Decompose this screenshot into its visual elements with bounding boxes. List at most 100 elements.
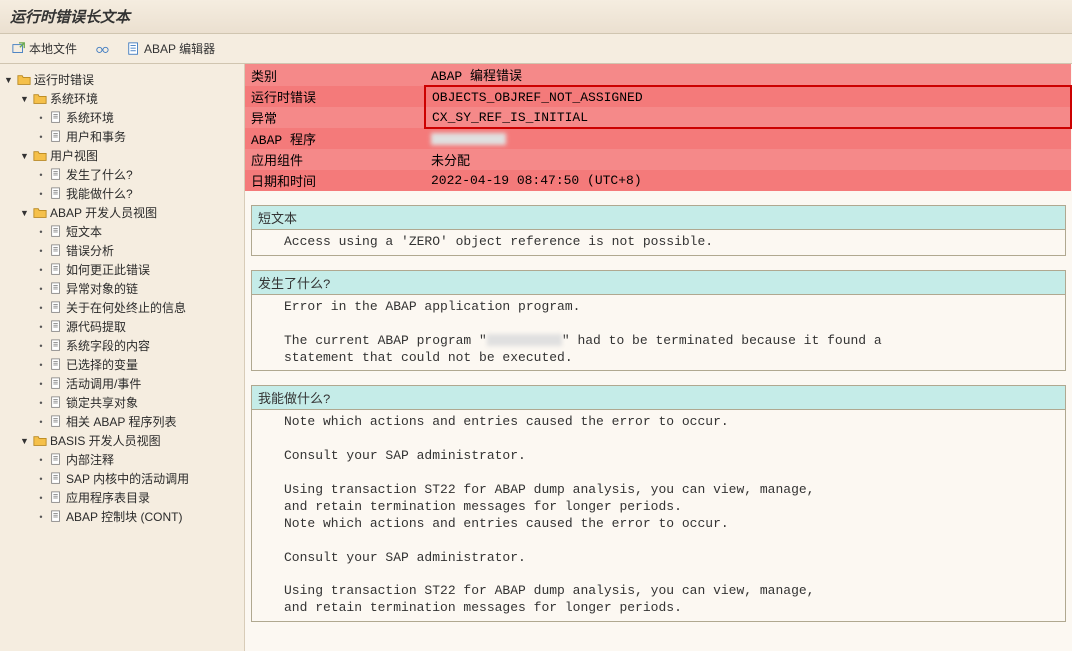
section-what-can-i-do: 我能做什么? Note which actions and entries ca… bbox=[251, 385, 1066, 622]
tree-label: ABAP 开发人员视图 bbox=[50, 204, 157, 221]
tree-root[interactable]: ▼ 运行时错误 bbox=[4, 70, 240, 89]
text: " had to be terminated because it found … bbox=[562, 333, 882, 348]
tree-label: 用户视图 bbox=[50, 147, 98, 164]
text: Consult your SAP administrator. bbox=[284, 448, 526, 463]
tree-leaf[interactable]: •短文本 bbox=[4, 222, 240, 241]
text: and retain termination messages for long… bbox=[284, 600, 682, 615]
program-value bbox=[425, 128, 1071, 149]
tree-leaf[interactable]: • ABAP 控制块 (CONT) bbox=[4, 507, 240, 526]
exception-value: CX_SY_REF_IS_INITIAL bbox=[425, 107, 1071, 128]
chevron-down-icon: ▼ bbox=[20, 151, 30, 161]
bullet-icon: • bbox=[36, 512, 46, 522]
bullet-icon: • bbox=[36, 189, 46, 199]
folder-open-icon bbox=[17, 73, 31, 87]
section-title: 发生了什么? bbox=[252, 271, 1065, 295]
tree-node-basisdev[interactable]: ▼ BASIS 开发人员视图 bbox=[4, 431, 240, 450]
tree-label: 应用程序表目录 bbox=[66, 489, 150, 506]
document-icon bbox=[49, 415, 63, 429]
tree-node-abapdev[interactable]: ▼ ABAP 开发人员视图 bbox=[4, 203, 240, 222]
bullet-icon: • bbox=[36, 417, 46, 427]
tree-leaf[interactable]: •活动调用/事件 bbox=[4, 374, 240, 393]
bullet-icon: • bbox=[36, 303, 46, 313]
tree-leaf[interactable]: •SAP 内核中的活动调用 bbox=[4, 469, 240, 488]
document-icon bbox=[49, 282, 63, 296]
folder-open-icon bbox=[33, 206, 47, 220]
tree-label: 系统环境 bbox=[66, 109, 114, 126]
document-icon bbox=[49, 510, 63, 524]
tree-label: ABAP 控制块 (CONT) bbox=[66, 508, 182, 525]
tree-label: 锁定共享对象 bbox=[66, 394, 138, 411]
bullet-icon: • bbox=[36, 379, 46, 389]
document-icon bbox=[49, 187, 63, 201]
program-label: ABAP 程序 bbox=[245, 128, 425, 149]
document-icon bbox=[49, 339, 63, 353]
glasses-icon bbox=[95, 42, 109, 56]
info-row-program: ABAP 程序 bbox=[245, 128, 1071, 149]
tree-leaf[interactable]: • 应用程序表目录 bbox=[4, 488, 240, 507]
document-icon bbox=[49, 168, 63, 182]
tree-label: 内部注释 bbox=[66, 451, 114, 468]
tree-label: 关于在何处终止的信息 bbox=[66, 299, 186, 316]
tree-label: 如何更正此错误 bbox=[66, 261, 150, 278]
tree-leaf[interactable]: • 关于在何处终止的信息 bbox=[4, 298, 240, 317]
tree-leaf[interactable]: • 我能做什么? bbox=[4, 184, 240, 203]
tree-label: 用户和事务 bbox=[66, 128, 126, 145]
document-icon bbox=[49, 130, 63, 144]
tree-leaf[interactable]: •系统环境 bbox=[4, 108, 240, 127]
info-row-runtime: 运行时错误 OBJECTS_OBJREF_NOT_ASSIGNED bbox=[245, 86, 1071, 107]
tree-leaf[interactable]: •错误分析 bbox=[4, 241, 240, 260]
tree-leaf[interactable]: •相关 ABAP 程序列表 bbox=[4, 412, 240, 431]
document-icon bbox=[49, 491, 63, 505]
document-icon bbox=[49, 358, 63, 372]
tree-leaf[interactable]: •异常对象的链 bbox=[4, 279, 240, 298]
bullet-icon: • bbox=[36, 398, 46, 408]
tree-leaf[interactable]: •已选择的变量 bbox=[4, 355, 240, 374]
text: The current ABAP program " bbox=[284, 333, 487, 348]
debug-button[interactable] bbox=[91, 40, 113, 58]
local-file-label: 本地文件 bbox=[29, 40, 77, 57]
content-pane: 类别 ABAP 编程错误 运行时错误 OBJECTS_OBJREF_NOT_AS… bbox=[245, 64, 1072, 651]
bullet-icon: • bbox=[36, 246, 46, 256]
chevron-down-icon: ▼ bbox=[20, 436, 30, 446]
text: Using transaction ST22 for ABAP dump ana… bbox=[284, 583, 815, 598]
tree-leaf[interactable]: •内部注释 bbox=[4, 450, 240, 469]
document-icon bbox=[49, 225, 63, 239]
text: statement that could not be executed. bbox=[284, 350, 573, 365]
section-body: Access using a 'ZERO' object reference i… bbox=[252, 230, 1065, 255]
tree-leaf[interactable]: • 如何更正此错误 bbox=[4, 260, 240, 279]
text: Using transaction ST22 for ABAP dump ana… bbox=[284, 482, 815, 497]
document-icon bbox=[49, 453, 63, 467]
document-icon bbox=[49, 111, 63, 125]
bullet-icon: • bbox=[36, 265, 46, 275]
tree-leaf[interactable]: •系统字段的内容 bbox=[4, 336, 240, 355]
component-value: 未分配 bbox=[425, 149, 1071, 170]
tree-label: 我能做什么? bbox=[66, 185, 133, 202]
tree-leaf[interactable]: • 锁定共享对象 bbox=[4, 393, 240, 412]
redacted-value bbox=[487, 334, 562, 346]
info-row-datetime: 日期和时间 2022-04-19 08:47:50 (UTC+8) bbox=[245, 170, 1071, 191]
tree-label: 运行时错误 bbox=[34, 71, 94, 88]
chevron-down-icon: ▼ bbox=[20, 208, 30, 218]
abap-editor-button[interactable]: ABAP 编辑器 bbox=[123, 38, 219, 59]
text: Note which actions and entries caused th… bbox=[284, 516, 729, 531]
tree-label: 已选择的变量 bbox=[66, 356, 138, 373]
error-header-table: 类别 ABAP 编程错误 运行时错误 OBJECTS_OBJREF_NOT_AS… bbox=[245, 64, 1072, 191]
document-icon bbox=[127, 42, 141, 56]
section-what-happened: 发生了什么? Error in the ABAP application pro… bbox=[251, 270, 1066, 372]
tree-node-userview[interactable]: ▼ 用户视图 bbox=[4, 146, 240, 165]
folder-open-icon bbox=[33, 434, 47, 448]
toolbar: 本地文件 ABAP 编辑器 bbox=[0, 34, 1072, 64]
folder-open-icon bbox=[33, 92, 47, 106]
section-short-text: 短文本 Access using a 'ZERO' object referen… bbox=[251, 205, 1066, 256]
text: Error in the ABAP application program. bbox=[284, 299, 580, 314]
tree-leaf[interactable]: •发生了什么? bbox=[4, 165, 240, 184]
title-bar: 运行时错误长文本 bbox=[0, 0, 1072, 34]
local-file-button[interactable]: 本地文件 bbox=[8, 38, 81, 59]
section-body: Error in the ABAP application program. T… bbox=[252, 295, 1065, 371]
bullet-icon: • bbox=[36, 474, 46, 484]
tree-leaf[interactable]: •源代码提取 bbox=[4, 317, 240, 336]
chevron-down-icon: ▼ bbox=[20, 94, 30, 104]
bullet-icon: • bbox=[36, 493, 46, 503]
tree-leaf[interactable]: •用户和事务 bbox=[4, 127, 240, 146]
tree-node-sysenv[interactable]: ▼ 系统环境 bbox=[4, 89, 240, 108]
